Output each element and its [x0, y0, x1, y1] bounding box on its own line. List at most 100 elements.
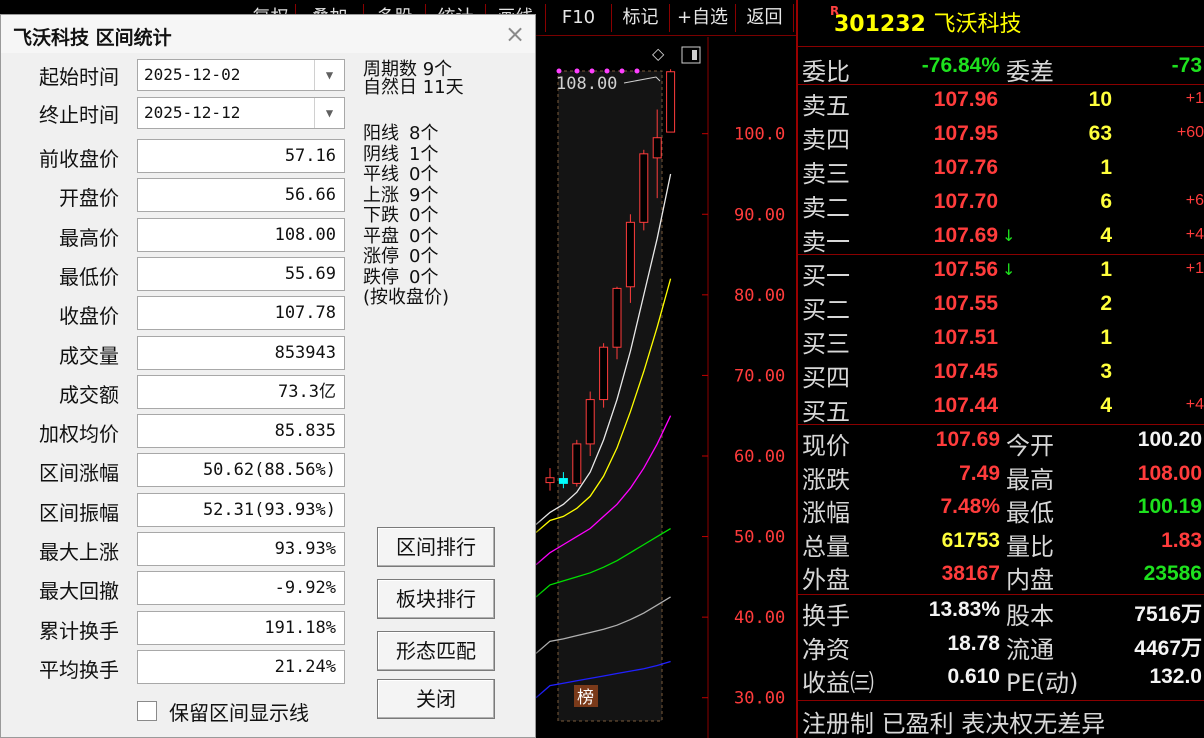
candle-body [545, 477, 555, 484]
r-mark: R [830, 4, 840, 18]
field-value[interactable]: 85.835 [137, 414, 345, 449]
stat-value: 4467万 [1134, 636, 1202, 660]
candle-body [572, 443, 582, 484]
axis-tick-label: 80.00 [734, 286, 785, 306]
stat-label: 最高 [1006, 465, 1054, 494]
interval-stats-dialog: 飞沃科技 区间统计 × 起始时间 2025-12-02 ▼ 终止时间 2025-… [0, 14, 536, 738]
separator [798, 254, 1204, 255]
pattern-match-button[interactable]: 形态匹配 [377, 631, 495, 671]
stat-value: 38167 [941, 562, 1000, 585]
chevron-down-icon[interactable]: ▼ [314, 60, 344, 90]
kline-chart[interactable]: 100.0 90.00 80.00 70.00 60.00 50.00 40.00 30.00… [536, 37, 796, 738]
bid-price: 107.45 [933, 360, 998, 383]
field-value[interactable]: 73.3亿 [137, 374, 345, 409]
candle-body [585, 399, 595, 445]
stat-value: 108.00 [1137, 461, 1202, 485]
keep-interval-lines-checkbox[interactable] [137, 701, 157, 721]
separator [798, 594, 1204, 595]
field-value[interactable]: 93.93% [137, 532, 345, 566]
ask-level-label: 卖一 [802, 228, 850, 256]
bang-tag-text: 榜 [577, 688, 594, 708]
weibi-value: -76.84% [921, 54, 1000, 77]
interval-rank-button[interactable]: 区间排行 [377, 527, 495, 567]
axis-tick-label: 40.00 [734, 608, 785, 628]
axis-tick-label: 50.00 [734, 528, 785, 548]
tab-add-watchlist[interactable]: +自选 [670, 4, 736, 32]
stat-label: 总量 [802, 532, 850, 561]
ask-volume: 4 [1100, 224, 1112, 247]
field-value[interactable]: 56.66 [137, 178, 345, 213]
count-label: 下跌 [363, 205, 399, 226]
field-label: 区间振幅 [39, 500, 119, 525]
field-label: 开盘价 [59, 186, 119, 211]
ask-level-label: 卖三 [802, 160, 850, 188]
stat-label: 现价 [802, 432, 850, 460]
axis-tick-label: 30.00 [734, 689, 785, 709]
count-label: 上涨 [363, 184, 399, 206]
ask-volume: 10 [1088, 88, 1112, 111]
high-price-label: 108.00 [556, 74, 617, 94]
count-row: 上涨 9个 [363, 184, 439, 206]
down-arrow-icon: ↓ [1002, 226, 1016, 245]
count-value: 0个 [409, 246, 439, 267]
tab-f10[interactable]: F10 [546, 4, 612, 32]
field-value[interactable]: 21.24% [137, 649, 345, 684]
count-value: 9个 [409, 184, 439, 206]
field-value[interactable]: 107.78 [137, 296, 345, 331]
count-label: 涨停 [363, 246, 399, 267]
close-icon[interactable]: × [501, 21, 529, 47]
candle-body [558, 478, 568, 484]
count-label: 平线 [363, 164, 399, 185]
field-label: 加权均价 [39, 422, 119, 447]
stat-label: 流通 [1006, 635, 1054, 664]
field-label: 收盘价 [59, 304, 119, 329]
stat-value: 100.19 [1137, 495, 1202, 518]
field-label: 最大回撤 [39, 579, 119, 604]
down-arrow-icon: ↓ [1002, 260, 1016, 279]
chevron-down-icon[interactable]: ▼ [314, 98, 344, 128]
tab-back[interactable]: 返回 [736, 4, 794, 32]
diamond-icon[interactable]: ◇ [652, 44, 665, 63]
bid-change: +4 [1185, 396, 1204, 413]
field-value[interactable]: 853943 [137, 335, 345, 370]
start-time-select[interactable]: 2025-12-02 ▼ [137, 59, 345, 91]
stat-value: 61753 [941, 528, 1000, 552]
sector-rank-button[interactable]: 板块排行 [377, 579, 495, 619]
bid-volume: 1 [1100, 326, 1112, 349]
field-value[interactable]: 57.16 [137, 139, 345, 173]
stat-value: 100.20 [1137, 428, 1202, 451]
close-button[interactable]: 关闭 [377, 679, 495, 719]
count-value: 0个 [409, 225, 439, 247]
count-value: 1个 [409, 143, 439, 165]
start-time-value: 2025-12-02 [144, 65, 241, 84]
stat-label: 股本 [1006, 602, 1054, 630]
stat-label: 收益㈢ [802, 669, 874, 697]
count-row: 下跌 0个 [363, 205, 439, 226]
end-time-select[interactable]: 2025-12-12 ▼ [137, 97, 345, 129]
count-value: 0个 [409, 205, 439, 226]
ask-level-label: 卖二 [802, 194, 850, 222]
ask-change: +60 [1176, 124, 1204, 141]
field-label: 前收盘价 [39, 147, 119, 171]
stat-value: 7516万 [1134, 603, 1202, 626]
field-value[interactable]: -9.92% [137, 571, 345, 606]
stat-value: 107.69 [935, 428, 1000, 451]
stat-value: 1.83 [1161, 528, 1202, 552]
bid-price: 107.51 [933, 326, 998, 349]
bid-level-label: 买四 [802, 364, 850, 392]
axis-tick-label: 90.00 [734, 205, 785, 225]
dialog-titlebar[interactable]: 飞沃科技 区间统计 × [1, 15, 535, 53]
bid-price: 107.44 [933, 394, 998, 417]
bid-level-label: 买二 [802, 296, 850, 324]
field-value[interactable]: 50.62(88.56%) [137, 453, 345, 488]
field-value[interactable]: 191.18% [137, 610, 345, 645]
stat-label: 量比 [1006, 532, 1054, 561]
stat-label: 净资 [802, 635, 850, 664]
stat-value: 0.610 [947, 665, 1000, 688]
field-value[interactable]: 108.00 [137, 217, 345, 252]
field-value[interactable]: 55.69 [137, 256, 345, 291]
tab-mark[interactable]: 标记 [612, 4, 670, 32]
ask-change: +1 [1185, 90, 1204, 107]
field-value[interactable]: 52.31(93.93%) [137, 492, 345, 527]
ask-change: +4 [1185, 226, 1204, 243]
